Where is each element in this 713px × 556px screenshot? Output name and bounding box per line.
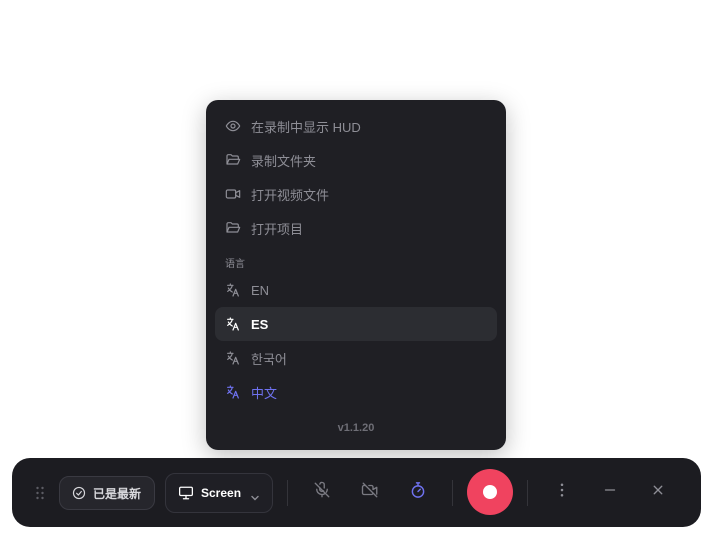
chevron-down-icon [251,490,259,501]
language-option-en[interactable]: EN [215,273,497,307]
folder-open-icon [225,220,241,236]
menu-item-label: 录制文件夹 [251,153,317,169]
update-status-button[interactable]: 已是最新 [59,476,155,510]
menu-item-show-hud[interactable]: 在录制中显示 HUD [215,109,497,143]
monitor-icon [178,486,194,500]
record-button[interactable] [467,469,513,515]
camera-toggle-button[interactable] [360,482,380,502]
language-label: 한국어 [251,351,287,367]
source-select-label: Screen [201,486,242,500]
translate-icon [225,384,241,400]
eye-icon [225,118,241,134]
close-icon [649,481,667,504]
source-select[interactable]: Screen [165,473,273,513]
folder-open-icon [225,152,241,168]
language-option-ko[interactable]: 한국어 [215,341,497,375]
timer-button[interactable] [408,481,428,504]
camera-off-icon [361,481,379,504]
translate-icon [225,282,241,298]
recording-toolbar: 已是最新 Screen [12,458,701,527]
menu-item-open-project[interactable]: 打开项目 [215,211,497,245]
toolbar-divider [287,480,288,506]
minimize-button[interactable] [600,482,620,502]
minimize-icon [601,481,619,504]
drag-handle-icon[interactable] [35,486,45,500]
menu-item-recordings-folder[interactable]: 录制文件夹 [215,143,497,177]
menu-item-label: 打开项目 [251,221,304,237]
menu-item-open-video[interactable]: 打开视频文件 [215,177,497,211]
version-label: v1.1.20 [337,422,375,434]
toolbar-divider [527,480,528,506]
more-vertical-icon [553,481,571,504]
language-option-es[interactable]: ES [215,307,497,341]
menu-item-label: 打开视频文件 [251,187,330,203]
timer-icon [409,481,427,504]
more-options-button[interactable] [552,482,572,502]
language-option-zh[interactable]: 中文 [215,375,497,409]
options-menu: 在录制中显示 HUD 录制文件夹 打开视频文件 打开项目 语言 EN ES 한국… [206,100,506,450]
video-icon [225,186,241,202]
language-section-label: 语言 [225,259,245,270]
translate-icon [225,350,241,366]
record-dot-icon [483,485,497,499]
mic-off-icon [313,481,331,504]
language-label: 中文 [251,385,278,401]
translate-icon [225,316,241,332]
language-label: ES [251,316,269,332]
language-label: EN [251,282,270,298]
mic-toggle-button[interactable] [312,481,332,504]
menu-item-label: 在录制中显示 HUD [251,119,361,135]
update-status-label: 已是最新 [93,486,142,501]
check-circle-icon [72,486,86,500]
toolbar-divider [452,480,453,506]
close-button[interactable] [648,482,668,502]
